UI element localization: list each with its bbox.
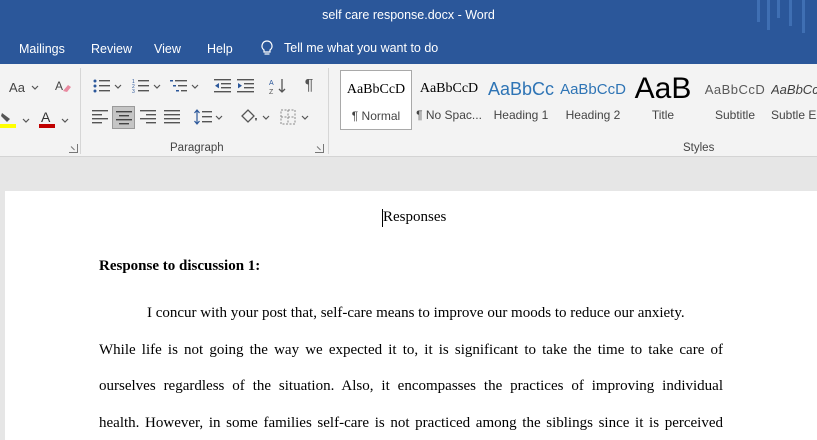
numbering-button[interactable]: 1 2 3 [131, 77, 151, 95]
justify-icon [164, 110, 180, 124]
clear-formatting-button[interactable]: A [53, 76, 73, 96]
style-heading-2-sample: AaBbCcD [560, 80, 626, 98]
document-page[interactable]: Responses Response to discussion 1: I co… [5, 191, 817, 440]
title-bar-decoration [747, 0, 817, 33]
style-heading-1-sample: AaBbCc [487, 78, 555, 99]
align-right-button[interactable] [138, 107, 158, 127]
highlighter-icon [0, 113, 16, 128]
multilevel-list-icon [170, 80, 187, 92]
align-center-icon [115, 110, 132, 124]
style-title-sample: AaB [634, 72, 692, 105]
chevron-down-icon[interactable] [153, 84, 161, 90]
document-title: Responses [383, 209, 447, 225]
style-subtitle-label: Subtitle [714, 108, 756, 122]
group-separator [80, 68, 81, 154]
multilevel-list-button[interactable] [169, 77, 189, 95]
paragraph-line: While life is not going the way we expec… [99, 342, 723, 358]
font-dialog-launcher-icon[interactable] [69, 144, 78, 153]
style-subtle-emphasis[interactable]: AaBbCcD Subtle E [771, 70, 817, 130]
style-no-spacing[interactable]: AaBbCcD ¶ No Spac... [413, 70, 485, 130]
menu-mailings[interactable]: Mailings [19, 42, 65, 56]
chevron-down-icon[interactable] [114, 84, 122, 90]
styles-group-label: Styles [683, 142, 715, 154]
window-title: self care response.docx - Word [322, 8, 495, 22]
style-subtle-emphasis-sample: AaBbCcD [771, 81, 817, 97]
style-heading-2[interactable]: AaBbCcD Heading 2 [557, 70, 629, 130]
borders-button[interactable] [278, 107, 298, 127]
paragraph-line: I concur with your post that, self-care … [147, 305, 685, 321]
sort-icon: A Z [269, 79, 286, 95]
group-separator [328, 68, 329, 154]
style-normal-label: ¶ Normal [351, 109, 401, 123]
chevron-down-icon[interactable] [31, 85, 39, 91]
style-no-spacing-sample: AaBbCcD [419, 81, 479, 96]
line-spacing-button[interactable] [193, 107, 213, 127]
change-case-label: Aa [9, 79, 25, 95]
ribbon: Aa A A 1 2 3 A Z ¶ Paragraph AaBbCcD ¶ N… [0, 64, 817, 157]
font-color-icon: A [39, 109, 55, 128]
line-spacing-icon [194, 109, 212, 125]
align-left-icon [92, 110, 108, 124]
chevron-down-icon[interactable] [22, 118, 30, 124]
paragraph-line: ourselves regardless of the situation. A… [99, 378, 723, 394]
bullet-list-icon [93, 79, 110, 93]
increase-indent-button[interactable] [236, 77, 256, 95]
paragraph-line: health. However, in some families self-c… [99, 415, 723, 431]
shading-button[interactable] [238, 106, 260, 128]
style-title[interactable]: AaB Title [627, 70, 699, 130]
svg-text:A: A [55, 79, 63, 93]
bullets-button[interactable] [92, 77, 112, 95]
align-left-button[interactable] [90, 107, 110, 127]
align-right-icon [140, 110, 156, 124]
align-center-button[interactable] [112, 106, 135, 129]
style-no-spacing-label: ¶ No Spac... [416, 108, 482, 122]
svg-text:A: A [41, 109, 51, 125]
style-subtitle[interactable]: AaBbCcD Subtitle [699, 70, 771, 130]
chevron-down-icon[interactable] [191, 84, 199, 90]
decrease-indent-icon [214, 79, 231, 93]
chevron-down-icon[interactable] [301, 115, 309, 121]
paint-bucket-icon [241, 109, 257, 123]
document-canvas: Responses Response to discussion 1: I co… [0, 157, 817, 440]
borders-icon [280, 109, 296, 125]
tell-me-label: Tell me what you want to do [284, 41, 439, 55]
menu-view[interactable]: View [154, 42, 181, 56]
chevron-down-icon[interactable] [61, 118, 69, 124]
style-normal[interactable]: AaBbCcD ¶ Normal [340, 70, 412, 130]
lightbulb-icon [261, 40, 273, 55]
style-heading-1-label: Heading 1 [493, 108, 549, 122]
tell-me-box[interactable]: Tell me what you want to do [260, 40, 438, 56]
highlight-button[interactable] [0, 109, 18, 129]
numbered-list-icon: 1 2 3 [132, 79, 149, 94]
svg-text:A: A [269, 80, 274, 87]
sort-button[interactable]: A Z [268, 76, 288, 96]
increase-indent-icon [237, 79, 254, 93]
menu-review[interactable]: Review [91, 42, 132, 56]
show-formatting-button[interactable]: ¶ [299, 76, 319, 96]
style-subtitle-sample: AaBbCcD [704, 81, 766, 97]
paragraph-group-label: Paragraph [170, 142, 224, 154]
paragraph-dialog-launcher-icon[interactable] [315, 144, 324, 153]
style-normal-sample: AaBbCcD [346, 82, 406, 97]
style-heading-2-label: Heading 2 [565, 108, 621, 122]
justify-button[interactable] [162, 107, 182, 127]
svg-text:Z: Z [269, 89, 274, 95]
chevron-down-icon[interactable] [262, 115, 270, 121]
style-subtle-emphasis-label: Subtle E [771, 108, 817, 122]
chevron-down-icon[interactable] [215, 115, 223, 121]
menu-bar: Mailings Review View Help Tell me what y… [0, 33, 817, 64]
document-heading: Response to discussion 1: [99, 258, 261, 274]
change-case-button[interactable]: Aa [6, 78, 28, 96]
title-bar: self care response.docx - Word [0, 0, 817, 33]
svg-text:3: 3 [132, 89, 135, 94]
style-heading-1[interactable]: AaBbCc Heading 1 [485, 70, 557, 130]
eraser-icon: A [55, 79, 71, 93]
decrease-indent-button[interactable] [213, 77, 233, 95]
pilcrow-icon: ¶ [304, 77, 314, 94]
styles-gallery: AaBbCcD ¶ Normal AaBbCcD ¶ No Spac... Aa… [337, 70, 817, 130]
menu-help[interactable]: Help [207, 42, 233, 56]
font-color-button[interactable]: A [37, 109, 57, 129]
style-title-label: Title [651, 108, 675, 122]
